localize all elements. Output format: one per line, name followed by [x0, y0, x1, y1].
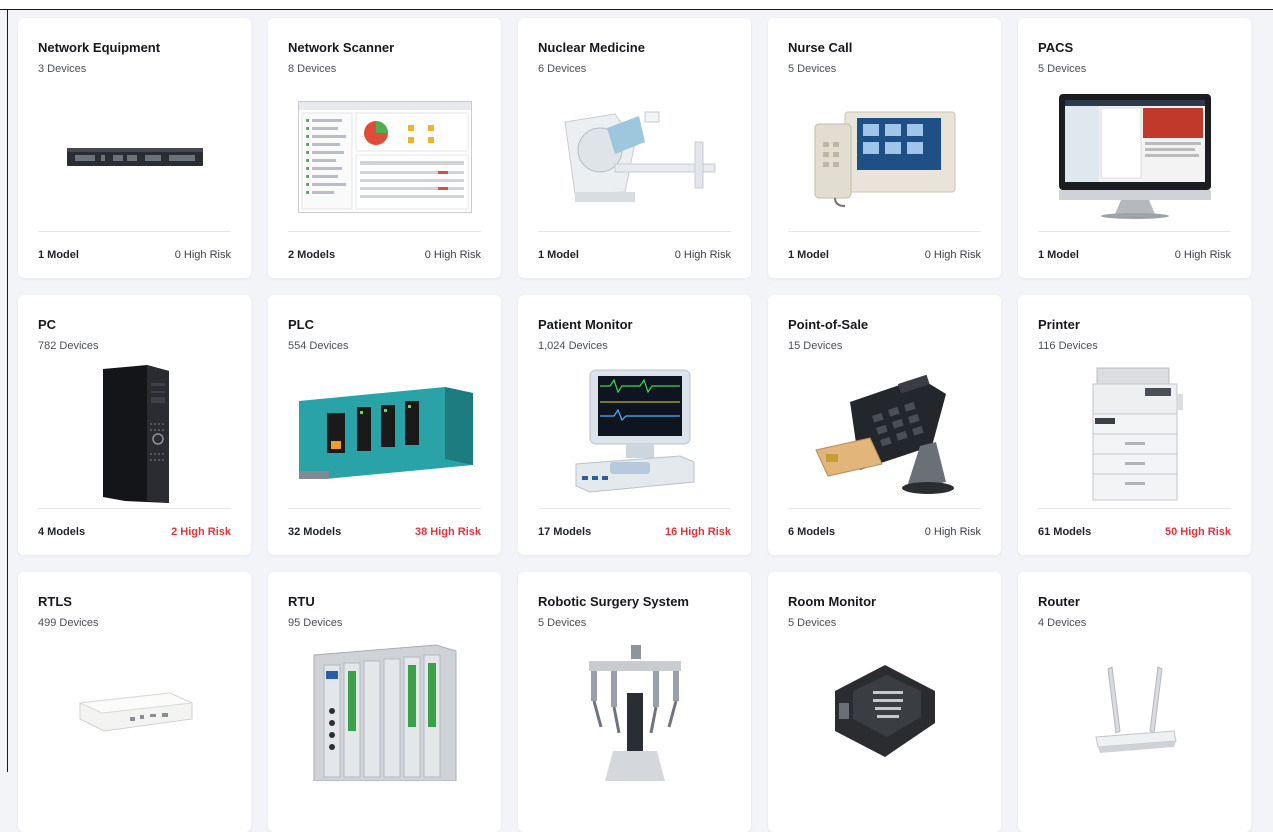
window-top-edge — [0, 0, 1273, 10]
device-count: 5 Devices — [788, 63, 837, 75]
model-count: 17 Models — [538, 526, 592, 538]
category-card[interactable]: Router 4 Devices — [1018, 572, 1251, 832]
category-card[interactable]: Network Scanner 8 Devices 2 Models 0 Hig… — [268, 18, 501, 278]
scanner-machine-icon — [538, 82, 731, 232]
device-count: 6 Devices — [538, 63, 587, 75]
card-divider — [38, 231, 231, 232]
device-count: 5 Devices — [1038, 63, 1087, 75]
category-card[interactable]: Point-of-Sale 15 Devices 6 Models 0 High… — [768, 295, 1001, 555]
desktop-tower-icon — [38, 359, 231, 509]
category-card[interactable]: Robotic Surgery System 5 Devices — [518, 572, 751, 832]
device-count: 116 Devices — [1038, 340, 1098, 352]
high-risk-count: 0 High Risk — [174, 249, 231, 261]
rtls-reader-icon — [38, 636, 231, 786]
model-count: 2 Models — [288, 249, 336, 261]
model-count: 4 Models — [38, 526, 86, 538]
high-risk-count: 0 High Risk — [1174, 249, 1231, 261]
model-count: 1 Model — [788, 249, 829, 261]
card-title: Network Equipment — [38, 40, 161, 55]
card-title: PLC — [288, 317, 314, 332]
monitor-workstation-icon — [1038, 82, 1231, 232]
card-title: Nurse Call — [788, 40, 853, 55]
dashboard-screenshot-icon — [288, 82, 481, 232]
high-risk-count: 38 High Risk — [414, 526, 481, 538]
category-card[interactable]: PC 782 Devices 4 Models 2 High Risk — [18, 295, 251, 555]
card-divider — [1038, 231, 1231, 232]
high-risk-count: 0 High Risk — [924, 526, 981, 538]
card-divider — [288, 508, 481, 509]
device-category-grid: Network Equipment 3 Devices 1 Model 0 Hi… — [18, 18, 1251, 832]
device-count: 4 Devices — [1038, 617, 1087, 629]
nurse-call-station-icon — [788, 82, 981, 232]
card-divider — [788, 231, 981, 232]
card-title: PC — [38, 317, 57, 332]
high-risk-count: 50 High Risk — [1164, 526, 1231, 538]
plc-rack-icon — [288, 359, 481, 509]
model-count: 1 Model — [1038, 249, 1079, 261]
card-divider — [288, 231, 481, 232]
device-count: 3 Devices — [38, 63, 87, 75]
network-switch-icon — [38, 82, 231, 232]
category-card[interactable]: Patient Monitor 1,024 Devices 17 Models … — [518, 295, 751, 555]
card-title: Nuclear Medicine — [538, 40, 645, 55]
category-card[interactable]: Room Monitor 5 Devices — [768, 572, 1001, 832]
model-count: 6 Models — [788, 526, 836, 538]
card-divider — [788, 508, 981, 509]
device-count: 782 Devices — [38, 340, 99, 352]
card-title: Printer — [1038, 317, 1080, 332]
device-count: 5 Devices — [788, 617, 837, 629]
category-card[interactable]: PLC 554 Devices 32 Models 38 High Risk — [268, 295, 501, 555]
category-card[interactable]: Nurse Call 5 Devices 1 Model 0 High Risk — [768, 18, 1001, 278]
card-divider — [38, 508, 231, 509]
patient-monitor-icon — [538, 359, 731, 509]
device-count: 5 Devices — [538, 617, 587, 629]
device-count: 15 Devices — [788, 340, 843, 352]
category-card[interactable]: PACS 5 Devices 1 Model 0 High Risk — [1018, 18, 1251, 278]
window-left-edge — [7, 9, 8, 772]
category-card[interactable]: Network Equipment 3 Devices 1 Model 0 Hi… — [18, 18, 251, 278]
device-count: 95 Devices — [288, 617, 343, 629]
device-count: 554 Devices — [288, 340, 349, 352]
model-count: 32 Models — [288, 526, 342, 538]
card-title: Robotic Surgery System — [538, 594, 689, 609]
high-risk-count: 16 High Risk — [664, 526, 731, 538]
card-title: RTU — [288, 594, 315, 609]
card-title: Room Monitor — [788, 594, 877, 609]
category-card[interactable]: RTU 95 Devices — [268, 572, 501, 832]
card-divider — [538, 231, 731, 232]
model-count: 1 Model — [538, 249, 579, 261]
device-count: 1,024 Devices — [538, 340, 608, 352]
card-divider — [538, 508, 731, 509]
card-title: RTLS — [38, 594, 72, 609]
model-count: 1 Model — [38, 249, 79, 261]
high-risk-count: 2 High Risk — [171, 526, 231, 538]
room-monitor-box-icon — [788, 636, 981, 786]
rtu-cabinet-icon — [288, 636, 481, 786]
device-count: 8 Devices — [288, 63, 337, 75]
category-card[interactable]: RTLS 499 Devices — [18, 572, 251, 832]
surgical-robot-icon — [538, 636, 731, 786]
card-title: Network Scanner — [288, 40, 395, 55]
category-card[interactable]: Printer 116 Devices 61 Models 50 High Ri… — [1018, 295, 1251, 555]
high-risk-count: 0 High Risk — [674, 249, 731, 261]
device-count: 499 Devices — [38, 617, 99, 629]
category-card[interactable]: Nuclear Medicine 6 Devices 1 Model 0 Hig… — [518, 18, 751, 278]
model-count: 61 Models — [1038, 526, 1092, 538]
office-printer-icon — [1038, 359, 1231, 509]
high-risk-count: 0 High Risk — [924, 249, 981, 261]
card-terminal-icon — [788, 359, 981, 509]
card-title: Router — [1038, 594, 1080, 609]
card-title: Patient Monitor — [538, 317, 633, 332]
high-risk-count: 0 High Risk — [424, 249, 481, 261]
card-title: PACS — [1038, 40, 1074, 55]
wifi-router-icon — [1038, 636, 1231, 786]
card-divider — [1038, 508, 1231, 509]
card-title: Point-of-Sale — [788, 317, 869, 332]
